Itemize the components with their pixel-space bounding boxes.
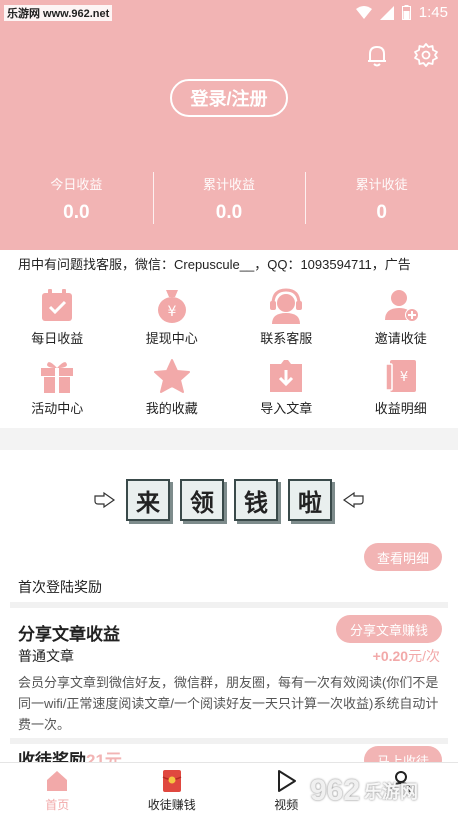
notice-marquee: 用中有问题找客服，微信：Crepuscule__，QQ：1093594711，广… bbox=[0, 250, 458, 280]
pointing-hand-left-icon bbox=[342, 491, 364, 509]
collect-money-banner[interactable]: 来 领 钱 啦 bbox=[84, 476, 374, 524]
stat-total-earnings[interactable]: 累计收益 0.0 bbox=[152, 168, 306, 228]
stats-row: 今日收益 0.0 累计收益 0.0 累计收徒 0 bbox=[0, 168, 458, 228]
banner-char: 啦 bbox=[288, 479, 332, 521]
grid-item-activity-center[interactable]: 活动中心 bbox=[0, 350, 115, 420]
pointing-hand-right-icon bbox=[94, 491, 116, 509]
svg-text:¥: ¥ bbox=[167, 304, 176, 320]
grid-item-customer-service[interactable]: 联系客服 bbox=[229, 280, 344, 350]
banner-char: 来 bbox=[126, 479, 170, 521]
red-envelope-icon bbox=[162, 770, 182, 792]
grid-label: 每日收益 bbox=[31, 331, 84, 346]
import-icon bbox=[270, 360, 303, 392]
battery-icon bbox=[401, 5, 411, 20]
grid-label: 提现中心 bbox=[145, 331, 198, 346]
headset-icon bbox=[270, 288, 303, 324]
login-register-button[interactable]: 登录/注册 bbox=[170, 79, 288, 117]
add-user-icon bbox=[384, 290, 419, 322]
star-icon bbox=[153, 359, 190, 393]
grid-item-import-article[interactable]: 导入文章 bbox=[229, 350, 344, 420]
share-article-button[interactable]: 分享文章赚钱 bbox=[336, 615, 442, 643]
money-bag-icon: ¥ bbox=[157, 290, 186, 323]
grid-label: 邀请收徒 bbox=[374, 331, 427, 346]
calendar-check-icon bbox=[42, 289, 73, 321]
tab-label: 视频 bbox=[274, 798, 299, 812]
recruit-amount: 21元 bbox=[86, 751, 122, 762]
profile-header: 登录/注册 今日收益 0.0 累计收益 0.0 累计收徒 0 bbox=[0, 28, 458, 250]
signal-icon bbox=[379, 5, 394, 20]
grid-item-earnings-detail[interactable]: ¥ 收益明细 bbox=[344, 350, 458, 420]
play-icon bbox=[278, 770, 297, 792]
grid-item-invite-apprentice[interactable]: 邀请收徒 bbox=[344, 280, 458, 350]
stat-today-earnings[interactable]: 今日收益 0.0 bbox=[0, 168, 153, 228]
rate-value: +0.20 bbox=[372, 648, 409, 664]
stat-label: 累计收徒 bbox=[355, 177, 408, 192]
first-login-reward: 首次登陆奖励 bbox=[18, 579, 102, 595]
svg-text:¥: ¥ bbox=[400, 370, 408, 385]
banner-char: 领 bbox=[180, 479, 224, 521]
banner-char: 钱 bbox=[234, 479, 278, 521]
logo-suffix: 乐游网 bbox=[364, 782, 419, 802]
grid-item-my-favorites[interactable]: 我的收藏 bbox=[115, 350, 230, 420]
tab-recruit-earn[interactable]: 收徒赚钱 bbox=[115, 763, 230, 815]
recruit-now-button[interactable]: 马上收徒 bbox=[364, 746, 442, 762]
home-icon bbox=[47, 771, 68, 791]
tab-home[interactable]: 首页 bbox=[0, 763, 115, 815]
stat-label: 累计收益 bbox=[203, 177, 256, 192]
divider bbox=[10, 738, 448, 744]
stat-value: 0.0 bbox=[63, 202, 90, 223]
logo-number: 962 bbox=[310, 774, 361, 807]
grid-label: 收益明细 bbox=[374, 401, 427, 416]
ledger-icon: ¥ bbox=[385, 360, 416, 392]
status-bar: 乐游网 www.962.net 1:45 bbox=[0, 0, 458, 28]
share-earnings-title: 分享文章收益 bbox=[18, 625, 120, 644]
grid-label: 我的收藏 bbox=[145, 401, 198, 416]
gift-icon bbox=[41, 362, 74, 393]
gear-icon[interactable] bbox=[413, 42, 439, 68]
function-grid: 每日收益 ¥ 提现中心 联系客服 邀请收徒 活动中心 我的收藏 导入文章 ¥ 收… bbox=[0, 280, 458, 428]
stat-label: 今日收益 bbox=[50, 177, 103, 192]
rate-unit: 元/次 bbox=[408, 648, 440, 664]
stat-value: 0.0 bbox=[215, 202, 243, 223]
normal-article-label: 普通文章 bbox=[18, 648, 74, 664]
share-description: 会员分享文章到微信好友，微信群，朋友圈，每有一次有效阅读(你们不是同一wifi/… bbox=[18, 675, 439, 732]
tab-label: 首页 bbox=[45, 798, 70, 812]
grid-item-withdraw-center[interactable]: ¥ 提现中心 bbox=[115, 280, 230, 350]
status-indicators: 1:45 bbox=[355, 4, 448, 21]
article-rate: +0.20元/次 bbox=[373, 646, 440, 666]
rewards-panel: 来 领 钱 啦 查看明细 首次登陆奖励 分享文章收益 分享文章赚钱 普通文章 +… bbox=[0, 450, 458, 762]
grid-label: 联系客服 bbox=[260, 331, 313, 346]
grid-item-daily-earnings[interactable]: 每日收益 bbox=[0, 280, 115, 350]
stat-value: 0 bbox=[376, 202, 387, 223]
tab-label: 收徒赚钱 bbox=[147, 798, 196, 812]
wifi-icon bbox=[355, 5, 372, 19]
bell-icon[interactable] bbox=[364, 42, 390, 68]
recruit-label: 收徒奖励 bbox=[18, 751, 86, 762]
site-watermark: 乐游网 www.962.net bbox=[4, 5, 113, 21]
grid-label: 活动中心 bbox=[31, 401, 84, 416]
grid-label: 导入文章 bbox=[260, 401, 313, 416]
site-logo-watermark: 962 乐游网 bbox=[310, 768, 454, 814]
clock: 1:45 bbox=[418, 4, 448, 21]
recruit-reward-title: 收徒奖励21元 bbox=[18, 746, 122, 762]
divider bbox=[10, 602, 448, 608]
view-detail-button[interactable]: 查看明细 bbox=[364, 543, 442, 571]
stat-total-apprentices[interactable]: 累计收徒 0 bbox=[305, 168, 458, 228]
